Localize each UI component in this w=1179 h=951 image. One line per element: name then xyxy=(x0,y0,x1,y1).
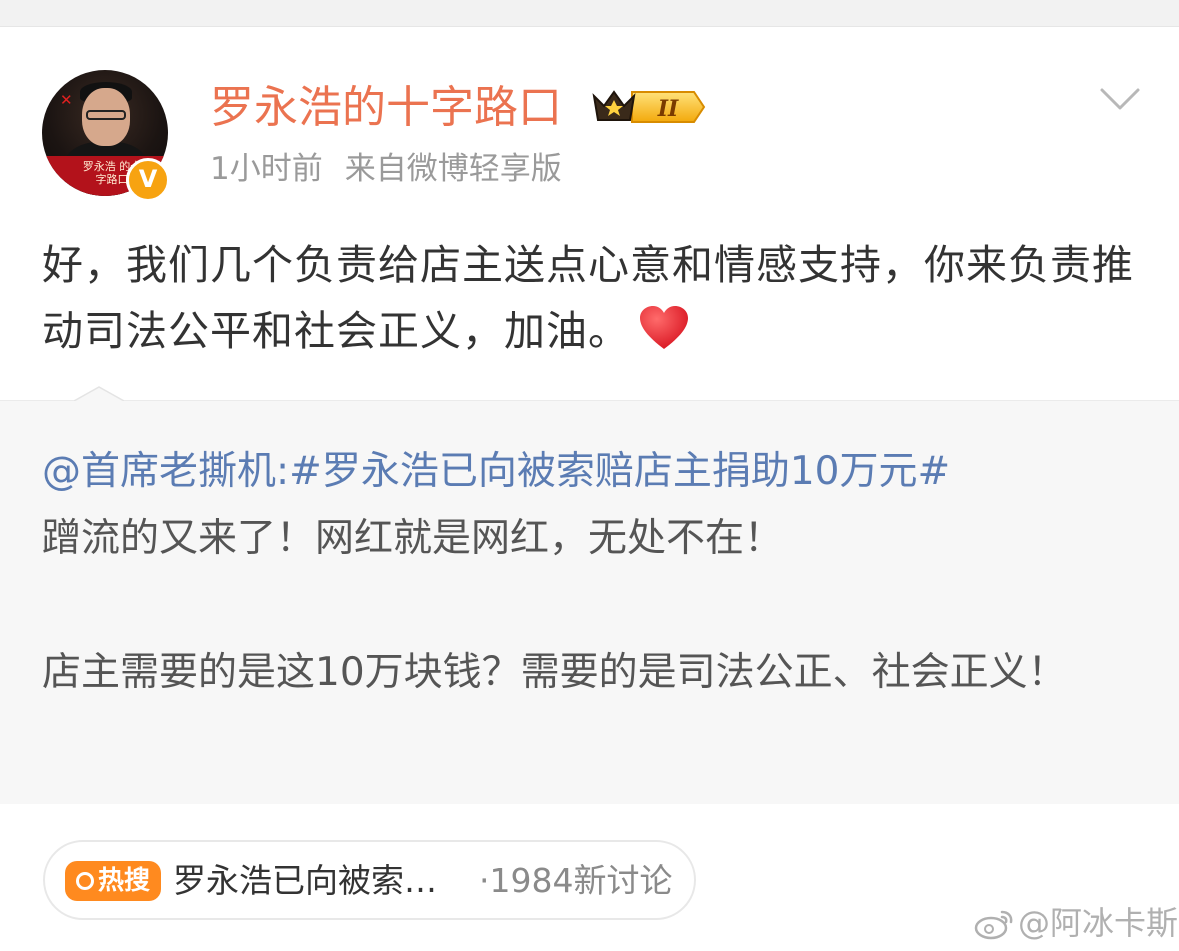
hot-search-title: 罗永浩已向被索… xyxy=(173,861,437,900)
hot-search-tag-label: 热搜 xyxy=(97,866,150,896)
quoted-body: 蹭流的又来了！网红就是网红，无处不在！ 店主需要的是这10万块钱？需要的是司法公… xyxy=(42,516,1067,695)
vip-level-text: II xyxy=(657,96,679,122)
hot-search-count: ·1984新讨论 xyxy=(479,861,673,900)
watermark-text: @阿冰卡斯 xyxy=(1018,904,1179,942)
avatar-logo-icon: ✕ xyxy=(60,91,73,109)
hot-search-tag: 热搜 xyxy=(65,861,161,901)
post-time: 1小时前 xyxy=(210,151,323,187)
post-text: 好，我们几个负责给店主送点心意和情感支持，你来负责推动司法公平和社会正义，加油。 xyxy=(42,241,1134,355)
quoted-author-link[interactable]: @首席老撕机 xyxy=(42,449,276,494)
weibo-logo-icon xyxy=(974,910,1013,940)
quote-notch xyxy=(74,386,124,402)
top-divider-strip xyxy=(0,0,1179,27)
vip-crown-badge-icon[interactable]: II xyxy=(590,86,706,128)
quoted-post-text: @首席老撕机:#罗永浩已向被索赔店主捐助10万元# 蹭流的又来了！网红就是网红，… xyxy=(42,438,1142,706)
chevron-down-icon[interactable] xyxy=(1098,84,1142,114)
post-body: 好，我们几个负责给店主送点心意和情感支持，你来负责推动司法公平和社会正义，加油。 xyxy=(42,232,1142,364)
avatar-glasses xyxy=(86,110,126,120)
heart-emoji-icon xyxy=(640,306,688,349)
post-source: 来自微博轻享版 xyxy=(344,151,562,187)
hot-search-pill[interactable]: 热搜 罗永浩已向被索… ·1984新讨论 xyxy=(43,840,696,920)
hashtag-link[interactable]: #罗永浩已向被索赔店主捐助10万元# xyxy=(289,449,950,494)
weibo-watermark: @阿冰卡斯 xyxy=(974,903,1178,943)
author-name[interactable]: 罗永浩的十字路口 xyxy=(210,80,562,136)
verified-badge-icon: V xyxy=(126,158,170,202)
quoted-colon: : xyxy=(276,449,290,494)
post-meta: 1小时前 来自微博轻享版 xyxy=(210,146,562,192)
search-icon xyxy=(75,872,94,890)
